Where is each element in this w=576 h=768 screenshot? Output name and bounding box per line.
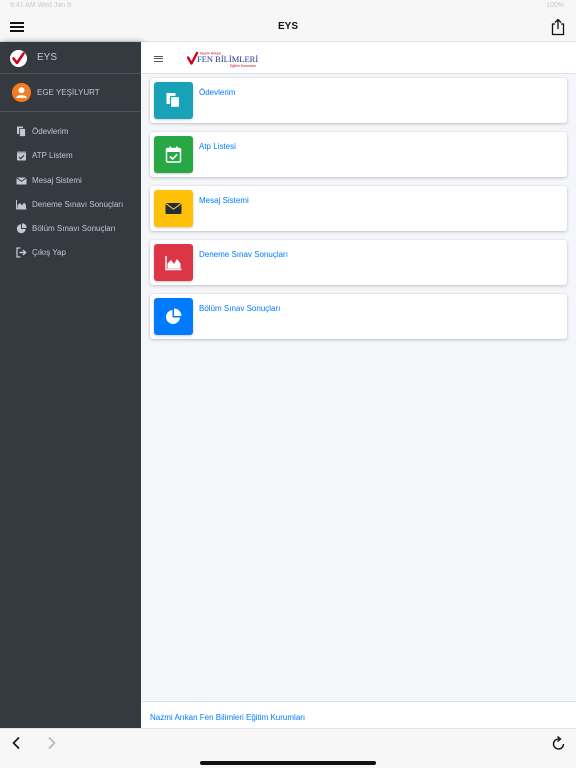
svg-text:FEN BİLİMLERİ: FEN BİLİMLERİ [197,54,258,64]
browser-toolbar: EYS [0,12,576,42]
envelope-icon [165,203,182,214]
app-title: EYS [277,21,298,32]
sidebar-nav: Ödevlerim ATP Listem Mesaj Sistemi Denem… [0,112,141,266]
sidebar-item-mesaj[interactable]: Mesaj Sistemi [0,169,141,193]
sidebar-toggle-icon[interactable] [154,54,163,62]
calendar-check-icon [17,151,26,161]
copy-icon [17,126,26,137]
card-icon-box [154,82,193,119]
svg-text:Eğitim Kurumları: Eğitim Kurumları [230,64,256,68]
browser-bottom-bar [0,728,576,768]
card-label: Mesaj Sistemi [199,196,249,205]
sidebar-item-bolum[interactable]: Bölüm Sınavı Sonuçları [0,217,141,241]
school-logo[interactable]: Nazmi Arıkan FEN BİLİMLERİ Eğitim Kuruml… [187,49,259,69]
card-label: Ödevlerim [199,88,236,97]
sidebar-item-label: Ödevlerim [32,127,69,136]
sidebar-item-label: Mesaj Sistemi [32,175,82,185]
status-time: 9:41 AM Wed Jan 9 [10,2,71,9]
sidebar-item-label: Çıkış Yap [32,248,66,258]
calendar-check-icon [165,146,182,163]
card-mesaj-sistemi[interactable]: Mesaj Sistemi [150,186,567,231]
card-deneme-sinav[interactable]: Deneme Sınav Sonuçları [150,240,567,285]
sidebar-brand[interactable]: EYS [0,42,141,74]
card-bolum-sinav[interactable]: Bölüm Sınav Sonuçları [150,294,567,339]
card-atp-listesi[interactable]: Atp Listesi [150,132,567,177]
pie-chart-icon [166,308,182,324]
card-icon-box [154,298,193,335]
sign-out-icon [16,247,27,259]
sidebar: EYS EGE YEŞİLYURT Ödevlerim ATP Listem M… [0,42,141,728]
main-content: Nazmi Arıkan FEN BİLİMLERİ Eğitim Kuruml… [141,42,576,728]
card-label: Atp Listesi [199,142,236,151]
sidebar-item-deneme[interactable]: Deneme Sınavı Sonuçları [0,193,141,217]
brand-check-logo [10,50,27,67]
reload-icon[interactable] [552,735,566,751]
sidebar-item-label: ATP Listem [32,151,73,161]
sidebar-item-label: Bölüm Sınavı Sonuçları [32,224,116,234]
user-name: EGE YEŞİLYURT [37,88,100,97]
share-icon[interactable] [550,18,566,36]
sidebar-item-label: Deneme Sınavı Sonuçları [32,199,124,209]
card-odevlerim[interactable]: Ödevlerim [150,78,567,123]
status-bar: 9:41 AM Wed Jan 9 100% [0,0,576,12]
sidebar-item-atp-listem[interactable]: ATP Listem [0,144,141,168]
back-arrow-icon[interactable] [10,736,22,750]
card-icon-box [154,190,193,227]
card-icon-box [154,244,193,281]
card-icon-box [154,136,193,173]
card-label: Bölüm Sınav Sonuçları [199,304,281,313]
copy-icon [166,93,181,109]
footer: Nazmi Arıkan Fen Bilimleri Eğitim Kuruml… [141,701,576,728]
home-indicator [200,761,376,765]
area-chart-icon [16,199,27,210]
forward-arrow-icon[interactable] [46,736,58,750]
card-label: Deneme Sınav Sonuçları [199,250,288,259]
main-header: Nazmi Arıkan FEN BİLİMLERİ Eğitim Kuruml… [141,42,576,74]
pie-chart-icon [16,223,27,234]
area-chart-icon [165,256,182,271]
footer-link[interactable]: Nazmi Arıkan Fen Bilimleri Eğitim Kuruml… [150,713,305,722]
status-battery: 100% [546,2,564,9]
sidebar-item-cikis[interactable]: Çıkış Yap [0,241,141,265]
user-panel[interactable]: EGE YEŞİLYURT [0,74,141,112]
sidebar-item-odevlerim[interactable]: Ödevlerim [0,120,141,144]
envelope-icon [16,177,27,185]
brand-text: EYS [37,52,58,63]
avatar [12,83,31,102]
